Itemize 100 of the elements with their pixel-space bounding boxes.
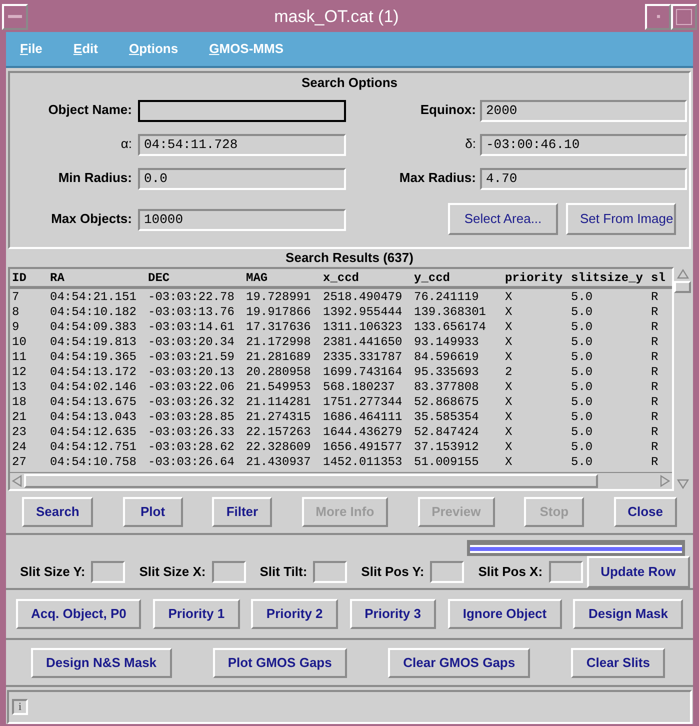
- column-header[interactable]: priority: [503, 269, 569, 287]
- minimize-button[interactable]: [645, 4, 671, 30]
- table-cell-text: 1699.743164: [322, 365, 404, 380]
- table-cell-text: 51.009155: [413, 455, 480, 470]
- text-field[interactable]: 4.70: [480, 168, 687, 190]
- text-field[interactable]: 10000: [138, 208, 346, 230]
- action-button[interactable]: Filter: [212, 497, 272, 527]
- table-cell-text: 21: [11, 410, 28, 425]
- column-header[interactable]: x_ccd: [321, 269, 412, 287]
- table-cell-text: X: [504, 335, 514, 350]
- table-cell-text: 35.585354: [413, 410, 480, 425]
- table-cell-text: 5.0: [570, 320, 594, 335]
- table-cell-text: 22.328609: [245, 440, 312, 455]
- table-cell-text: -03:03:26.33: [147, 425, 236, 440]
- scroll-right-icon[interactable]: [658, 474, 672, 488]
- table-cell-text: 7: [11, 290, 20, 305]
- table-cell-text: 19.728991: [245, 290, 312, 305]
- table-cell-text: 18: [11, 395, 28, 410]
- priority-button[interactable]: Priority 2: [251, 599, 338, 629]
- table-cell-text: 1392.955444: [322, 305, 404, 320]
- table-cell-text: 17.317636: [245, 320, 312, 335]
- maximize-button[interactable]: [671, 4, 697, 30]
- priority-button[interactable]: Priority 1: [153, 599, 240, 629]
- table-cell-text: R: [650, 425, 660, 440]
- text-field[interactable]: [212, 561, 246, 583]
- action-button[interactable]: Plot: [122, 497, 183, 527]
- table-cell-text: 04:54:12.635: [49, 425, 138, 440]
- table-cell-text: 04:54:13.172: [49, 365, 138, 380]
- scroll-down-icon[interactable]: [676, 477, 690, 491]
- table-cell-text: X: [504, 350, 514, 365]
- scroll-up-icon[interactable]: [676, 267, 690, 281]
- column-header[interactable]: slitsize_y: [569, 269, 649, 287]
- priority-button[interactable]: Ignore Object: [448, 599, 562, 629]
- mask-button[interactable]: Design N&S Mask: [31, 648, 172, 678]
- field-label: Slit Tilt:: [260, 563, 308, 582]
- table-cell-text: 93.149933: [413, 335, 480, 350]
- scrollbar-thumb[interactable]: [674, 281, 691, 293]
- table-cell-text: 21.430937: [245, 455, 312, 470]
- table-cell-text: 20.280958: [245, 365, 312, 380]
- table-cell-text: 5.0: [570, 410, 594, 425]
- section-title: Search Results (637): [284, 249, 414, 267]
- table-cell-text: R: [650, 290, 660, 305]
- table-cell-text: 5.0: [570, 335, 594, 350]
- update-row-button[interactable]: Update Row: [586, 556, 690, 588]
- mask-button[interactable]: Clear Slits: [571, 648, 665, 678]
- table-cell-text: 2381.441650: [322, 335, 404, 350]
- priority-button[interactable]: Acq. Object, P0: [16, 599, 142, 629]
- table-cell-text: R: [650, 335, 660, 350]
- action-button[interactable]: Close: [614, 497, 677, 527]
- column-header[interactable]: MAG: [244, 269, 321, 287]
- column-header[interactable]: sl: [649, 269, 672, 287]
- text-field[interactable]: -03:00:46.10: [480, 134, 687, 156]
- action-button[interactable]: Select Area...: [448, 203, 558, 235]
- table-cell-text: 13: [11, 380, 28, 395]
- text-field[interactable]: [91, 561, 126, 583]
- table-cell-text: R: [650, 350, 660, 365]
- mask-button[interactable]: Plot GMOS Gaps: [212, 648, 347, 678]
- field-label: Max Radius:: [398, 169, 476, 188]
- table-cell-text: 04:54:12.751: [49, 440, 138, 455]
- table-cell-text: -03:03:22.78: [147, 290, 236, 305]
- column-header[interactable]: y_ccd: [412, 269, 503, 287]
- priority-button[interactable]: Design Mask: [573, 599, 683, 629]
- table-cell-text: 24: [11, 440, 28, 455]
- window-menu-button[interactable]: [2, 4, 28, 30]
- table-cell-text: 23: [11, 425, 28, 440]
- field-label: Max Objects:: [50, 210, 132, 228]
- text-field[interactable]: 2000: [480, 100, 687, 122]
- table-cell-text: 04:54:02.146: [49, 380, 138, 395]
- table-cell-text: X: [504, 395, 514, 410]
- column-header[interactable]: RA: [48, 269, 146, 287]
- field-label: Slit Size Y:: [20, 563, 86, 582]
- table-cell-text: R: [650, 320, 660, 335]
- table-cell-text: 04:54:13.675: [49, 395, 138, 410]
- text-field[interactable]: [430, 561, 464, 583]
- text-field[interactable]: 04:54:11.728: [138, 134, 346, 156]
- text-field[interactable]: 0.0: [138, 168, 346, 190]
- column-header[interactable]: ID: [10, 269, 48, 287]
- table-cell-text: 04:54:21.151: [49, 290, 138, 305]
- text-field[interactable]: [138, 100, 346, 122]
- priority-button[interactable]: Priority 3: [350, 599, 436, 629]
- text-field[interactable]: [548, 561, 583, 583]
- table-cell-text: -03:03:13.76: [147, 305, 236, 320]
- scroll-left-icon[interactable]: [10, 474, 24, 488]
- action-button[interactable]: Search: [22, 497, 94, 527]
- table-cell-text: 95.335693: [413, 365, 480, 380]
- table-cell-text: 2: [504, 365, 514, 380]
- table-cell-text: R: [650, 410, 660, 425]
- scrollbar-thumb[interactable]: [24, 474, 598, 488]
- table-cell-text: X: [504, 380, 514, 395]
- table-cell-text: X: [504, 410, 514, 425]
- table-cell-text: 04:54:19.365: [49, 350, 138, 365]
- column-header[interactable]: DEC: [146, 269, 244, 287]
- table-cell-text: 10: [11, 335, 28, 350]
- table-cell-text: R: [650, 455, 660, 470]
- table-cell-text: -03:03:21.59: [147, 350, 236, 365]
- table-cell-text: 21.114281: [245, 395, 312, 410]
- table-cell-text: X: [504, 455, 514, 470]
- action-button[interactable]: Set From Image: [566, 203, 676, 235]
- mask-button[interactable]: Clear GMOS Gaps: [388, 648, 530, 678]
- text-field[interactable]: [313, 561, 348, 583]
